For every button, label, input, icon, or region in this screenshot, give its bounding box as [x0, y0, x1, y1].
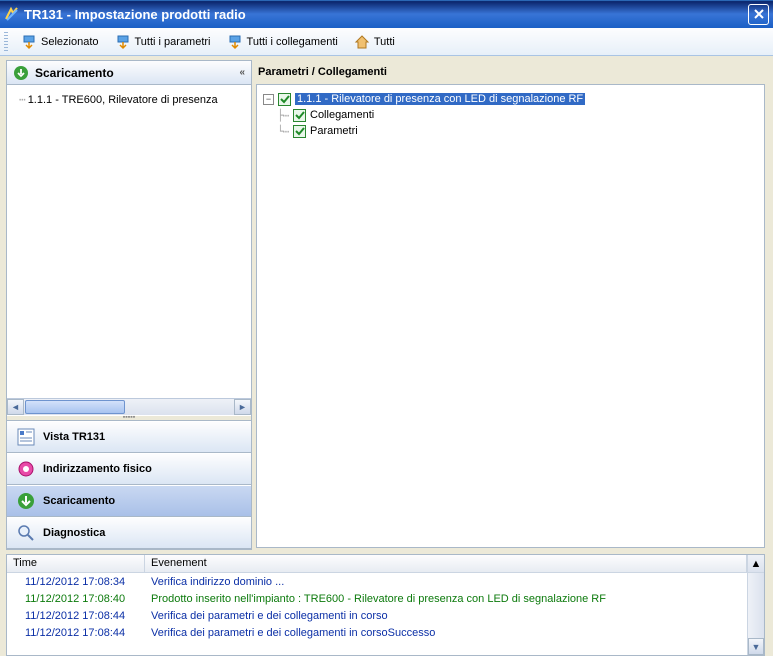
tree-connector: └⋯: [277, 125, 293, 138]
collapse-icon[interactable]: −: [263, 94, 274, 105]
left-panel: Scaricamento « ⋯ 1.1.1 - TRE600, Rilevat…: [0, 56, 252, 554]
toolbar-tutti[interactable]: Tutti: [347, 31, 402, 53]
close-button[interactable]: [748, 4, 769, 25]
log-row[interactable]: 11/12/2012 17:08:44Verifica dei parametr…: [7, 624, 764, 641]
toolbar-label: Tutti: [374, 36, 395, 48]
toolbar-tutti-parametri[interactable]: Tutti i parametri: [108, 31, 218, 53]
toolbar-tutti-collegamenti[interactable]: Tutti i collegamenti: [220, 31, 345, 53]
magnifier-icon: [17, 524, 35, 542]
main-area: Scaricamento « ⋯ 1.1.1 - TRE600, Rilevat…: [0, 56, 773, 554]
window-titlebar: TR131 - Impostazione prodotti radio: [0, 0, 773, 28]
accordion-body: ⋯ 1.1.1 - TRE600, Rilevatore di presenza…: [7, 85, 251, 415]
scroll-left-button[interactable]: ◄: [7, 399, 24, 415]
log-body: 11/12/2012 17:08:34Verifica indirizzo do…: [7, 573, 764, 655]
toolbar-selezionato[interactable]: Selezionato: [14, 31, 106, 53]
scroll-track[interactable]: [126, 399, 234, 415]
log-column-time[interactable]: Time: [7, 555, 145, 572]
scroll-up-button[interactable]: ▲: [747, 555, 764, 572]
log-event: Verifica dei parametri e dei collegament…: [145, 627, 764, 639]
accordion-header-scaricamento[interactable]: Scaricamento «: [7, 61, 251, 85]
nav-scaricamento[interactable]: Scaricamento: [7, 485, 251, 517]
target-icon: [17, 460, 35, 478]
checkbox-checked[interactable]: [293, 109, 306, 122]
scroll-down-button[interactable]: ▼: [748, 638, 764, 655]
tree-node-collegamenti[interactable]: ├⋯ Collegamenti: [263, 107, 758, 123]
log-column-event[interactable]: Evenement: [145, 555, 747, 572]
download-selected-icon: [21, 34, 37, 50]
nav-label: Scaricamento: [43, 495, 115, 507]
log-row[interactable]: 11/12/2012 17:08:40Prodotto inserito nel…: [7, 590, 764, 607]
nav-vista-tr131[interactable]: Vista TR131: [7, 421, 251, 453]
checkbox-checked[interactable]: [278, 93, 291, 106]
log-event: Prodotto inserito nell'impianto : TRE600…: [145, 593, 764, 605]
tree-node-label: Collegamenti: [310, 109, 374, 121]
home-icon: [354, 34, 370, 50]
accordion-title: Scaricamento: [35, 66, 114, 80]
horizontal-scrollbar[interactable]: ◄ ►: [7, 398, 251, 415]
tree-node-label: Parametri: [310, 125, 358, 137]
log-panel: Time Evenement ▲ 11/12/2012 17:08:34Veri…: [6, 554, 765, 656]
nav-diagnostica[interactable]: Diagnostica: [7, 517, 251, 549]
window-title: TR131 - Impostazione prodotti radio: [24, 7, 748, 22]
scroll-right-button[interactable]: ►: [234, 399, 251, 415]
toolbar-label: Tutti i collegamenti: [247, 36, 338, 48]
download-links-icon: [227, 34, 243, 50]
download-icon: [13, 65, 29, 81]
nav-buttons: Vista TR131 Indirizzamento fisico Scaric…: [7, 421, 251, 549]
list-view-icon: [17, 428, 35, 446]
device-tree-item[interactable]: ⋯ 1.1.1 - TRE600, Rilevatore di presenza: [11, 89, 247, 110]
nav-label: Diagnostica: [43, 527, 105, 539]
checkbox-checked[interactable]: [293, 125, 306, 138]
nav-indirizzamento-fisico[interactable]: Indirizzamento fisico: [7, 453, 251, 485]
vertical-scrollbar[interactable]: ▼: [747, 573, 764, 655]
scroll-track[interactable]: [748, 573, 764, 638]
log-event: Verifica dei parametri e dei collegament…: [145, 610, 764, 622]
tree-node-main[interactable]: − 1.1.1 - Rilevatore di presenza con LED…: [263, 91, 758, 107]
download-icon: [17, 492, 35, 510]
tree-connector: ├⋯: [277, 109, 293, 122]
log-time: 11/12/2012 17:08:34: [7, 576, 145, 588]
app-icon: [4, 6, 20, 22]
nav-label: Indirizzamento fisico: [43, 463, 152, 475]
scroll-thumb[interactable]: [25, 400, 125, 414]
log-row[interactable]: 11/12/2012 17:08:44Verifica dei parametr…: [7, 607, 764, 624]
toolbar: Selezionato Tutti i parametri Tutti i co…: [0, 28, 773, 56]
download-params-icon: [115, 34, 131, 50]
tree-content: − 1.1.1 - Rilevatore di presenza con LED…: [256, 84, 765, 548]
tree-connector: ⋯: [19, 93, 25, 106]
log-event: Verifica indirizzo dominio ...: [145, 576, 764, 588]
toolbar-label: Tutti i parametri: [135, 36, 211, 48]
log-header: Time Evenement ▲: [7, 555, 764, 573]
accordion: Scaricamento « ⋯ 1.1.1 - TRE600, Rilevat…: [6, 60, 252, 550]
right-panel-title: Parametri / Collegamenti: [256, 62, 765, 84]
right-panel: Parametri / Collegamenti − 1.1.1 - Rilev…: [252, 56, 773, 554]
tree-node-label: 1.1.1 - Rilevatore di presenza con LED d…: [295, 93, 585, 105]
tree-node-parametri[interactable]: └⋯ Parametri: [263, 123, 758, 139]
log-time: 11/12/2012 17:08:40: [7, 593, 145, 605]
log-time: 11/12/2012 17:08:44: [7, 610, 145, 622]
tree-item-label: 1.1.1 - TRE600, Rilevatore di presenza: [28, 94, 218, 106]
toolbar-grip[interactable]: [4, 32, 8, 52]
nav-label: Vista TR131: [43, 431, 105, 443]
log-time: 11/12/2012 17:08:44: [7, 627, 145, 639]
collapse-icon[interactable]: «: [239, 67, 245, 78]
toolbar-label: Selezionato: [41, 36, 99, 48]
log-row[interactable]: 11/12/2012 17:08:34Verifica indirizzo do…: [7, 573, 764, 590]
